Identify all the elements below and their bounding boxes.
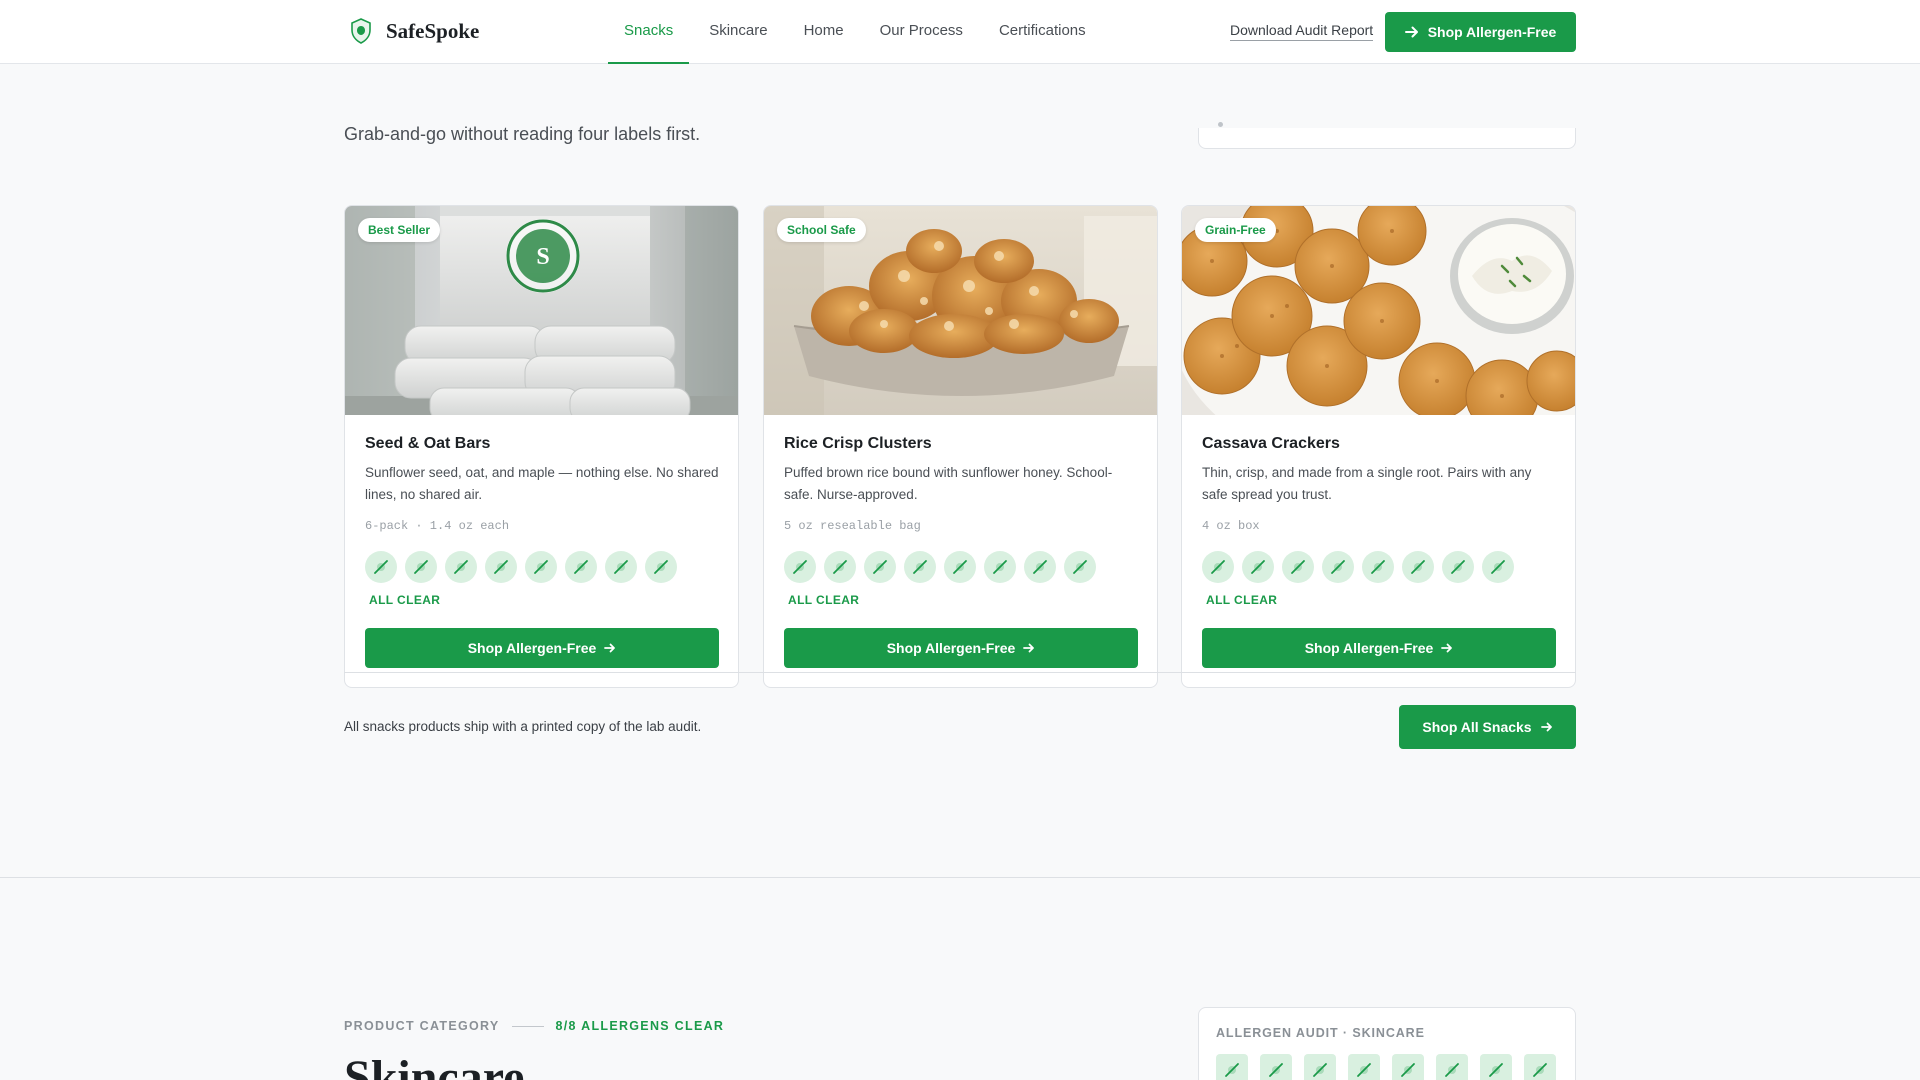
- allergen-clear-icon: [1392, 1054, 1424, 1080]
- allergen-clear-icon: [1282, 551, 1314, 583]
- allergen-clear-icon: [525, 551, 557, 583]
- allergen-clear-icon: [1442, 551, 1474, 583]
- allergen-clear-icon: [824, 551, 856, 583]
- nav-shop-label: Shop Allergen-Free: [1427, 24, 1557, 40]
- shield-logo-icon: [351, 18, 371, 44]
- product-meta: 4 oz box: [1202, 519, 1260, 533]
- allergen-clear-icon: [1322, 551, 1354, 583]
- shop-all-snacks-button[interactable]: Shop All Snacks: [1399, 705, 1576, 749]
- allergen-clear-icon: [405, 551, 437, 583]
- download-audit-link[interactable]: Download Audit Report: [1230, 22, 1374, 41]
- shipping-note: All snacks products ship with a printed …: [344, 719, 702, 734]
- allergen-clear-icon: [1524, 1054, 1556, 1080]
- brand[interactable]: SafeSpoke: [350, 18, 479, 44]
- product-meta: 5 oz resealable bag: [784, 519, 921, 533]
- brand-name: SafeSpoke: [386, 18, 480, 43]
- hero-subtitle: Grab-and-go without reading four labels …: [344, 124, 701, 144]
- shop-allergen-free-button[interactable]: Shop Allergen-Free: [1202, 628, 1556, 668]
- product-image: Grain-Free: [1182, 206, 1575, 415]
- skincare-section: PRODUCT CATEGORY 8/8 ALLERGENS CLEAR Ski…: [0, 877, 1920, 1080]
- allergen-clear-icon: [1480, 1054, 1512, 1080]
- allergen-icon-row: [784, 551, 1096, 583]
- allergen-clear-icon: [784, 551, 816, 583]
- audit-icon-row: [1216, 1054, 1556, 1080]
- shop-allergen-free-button[interactable]: Shop Allergen-Free: [365, 628, 719, 668]
- allergen-clear-icon: [864, 551, 896, 583]
- arrow-right-icon: [1404, 26, 1418, 38]
- audit-card-dot: [1218, 122, 1223, 127]
- allergen-clear-icon: [1202, 551, 1234, 583]
- product-card: Grain-Free Cassava Crackers Thin, crisp,…: [1181, 205, 1576, 688]
- category-eyebrow: PRODUCT CATEGORY 8/8 ALLERGENS CLEAR: [344, 1019, 724, 1033]
- product-meta: 6-pack · 1.4 oz each: [365, 519, 510, 533]
- product-image: S Best Seller: [345, 206, 738, 415]
- nav-link-our-process[interactable]: Our Process: [864, 0, 979, 64]
- arrow-right-icon: [604, 643, 616, 653]
- allergen-clear-icon: [565, 551, 597, 583]
- allergen-clear-icon: [1362, 551, 1394, 583]
- shop-button-label: Shop Allergen-Free: [1304, 640, 1434, 656]
- svg-text:S: S: [536, 244, 549, 270]
- shop-button-label: Shop Allergen-Free: [886, 640, 1016, 656]
- nav-link-home[interactable]: Home: [788, 0, 860, 64]
- top-nav: SafeSpoke Snacks Skincare Home Our Proce…: [0, 0, 1920, 64]
- shop-button-label: Shop Allergen-Free: [467, 640, 597, 656]
- allergen-clear-icon: [1260, 1054, 1292, 1080]
- section-title: Skincare: [344, 1051, 525, 1080]
- allergen-clear-icon: [365, 551, 397, 583]
- audit-card-partial: [1198, 122, 1576, 149]
- product-description: Sunflower seed, oat, and maple — nothing…: [365, 465, 719, 502]
- product-title: Rice Crisp Clusters: [784, 435, 932, 452]
- allergens-clear-label: 8/8 ALLERGENS CLEAR: [555, 1019, 725, 1033]
- arrow-right-icon: [1540, 722, 1552, 732]
- allergen-clear-icon: [1436, 1054, 1468, 1080]
- allergen-clear-icon: [1304, 1054, 1336, 1080]
- product-title: Seed & Oat Bars: [365, 435, 491, 452]
- snacks-section: Grab-and-go without reading four labels …: [0, 64, 1920, 877]
- arrow-right-icon: [1441, 643, 1453, 653]
- category-label: PRODUCT CATEGORY: [344, 1019, 500, 1033]
- allergen-icon-row: [365, 551, 677, 583]
- product-badge: School Safe: [777, 218, 866, 242]
- shop-all-label: Shop All Snacks: [1422, 719, 1532, 735]
- allergen-clear-icon: [485, 551, 517, 583]
- nav-shop-button[interactable]: Shop Allergen-Free: [1385, 12, 1576, 52]
- allergen-clear-icon: [605, 551, 637, 583]
- allergen-audit-card: ALLERGEN AUDIT · SKINCARE: [1198, 1007, 1576, 1080]
- allergen-icon-row: [1202, 551, 1514, 583]
- allergen-clear-icon: [904, 551, 936, 583]
- allergen-clear-icon: [1242, 551, 1274, 583]
- all-clear-status: ALL CLEAR: [369, 593, 441, 607]
- allergen-clear-icon: [944, 551, 976, 583]
- nav-links: Snacks Skincare Home Our Process Certifi…: [608, 0, 1106, 64]
- allergen-clear-icon: [445, 551, 477, 583]
- allergen-clear-icon: [1402, 551, 1434, 583]
- all-clear-status: ALL CLEAR: [788, 593, 860, 607]
- product-title: Cassava Crackers: [1202, 435, 1340, 452]
- nav-link-skincare[interactable]: Skincare: [693, 0, 783, 64]
- product-badge: Grain-Free: [1195, 218, 1276, 242]
- nav-link-snacks[interactable]: Snacks: [608, 0, 690, 64]
- allergen-clear-icon: [1216, 1054, 1248, 1080]
- product-description: Thin, crisp, and made from a single root…: [1202, 465, 1532, 502]
- section-divider: [344, 672, 1576, 673]
- audit-label: ALLERGEN AUDIT · SKINCARE: [1216, 1026, 1425, 1040]
- arrow-right-icon: [1023, 643, 1035, 653]
- allergen-clear-icon: [1024, 551, 1056, 583]
- product-badge: Best Seller: [358, 218, 441, 242]
- product-card: S Best Seller Seed & Oat Bars Sunflower …: [344, 205, 739, 688]
- allergen-clear-icon: [984, 551, 1016, 583]
- eyebrow-divider: [511, 1025, 544, 1027]
- nav-link-certifications[interactable]: Certifications: [983, 0, 1102, 64]
- product-description: Puffed brown rice bound with sunflower h…: [784, 465, 1113, 502]
- allergen-clear-icon: [1482, 551, 1514, 583]
- shop-allergen-free-button[interactable]: Shop Allergen-Free: [784, 628, 1138, 668]
- allergen-clear-icon: [1064, 551, 1096, 583]
- allergen-clear-icon: [645, 551, 677, 583]
- all-clear-status: ALL CLEAR: [1206, 593, 1278, 607]
- product-image: School Safe: [764, 206, 1157, 415]
- allergen-clear-icon: [1348, 1054, 1380, 1080]
- product-card: School Safe Rice Crisp Clusters Puffed b…: [763, 205, 1158, 688]
